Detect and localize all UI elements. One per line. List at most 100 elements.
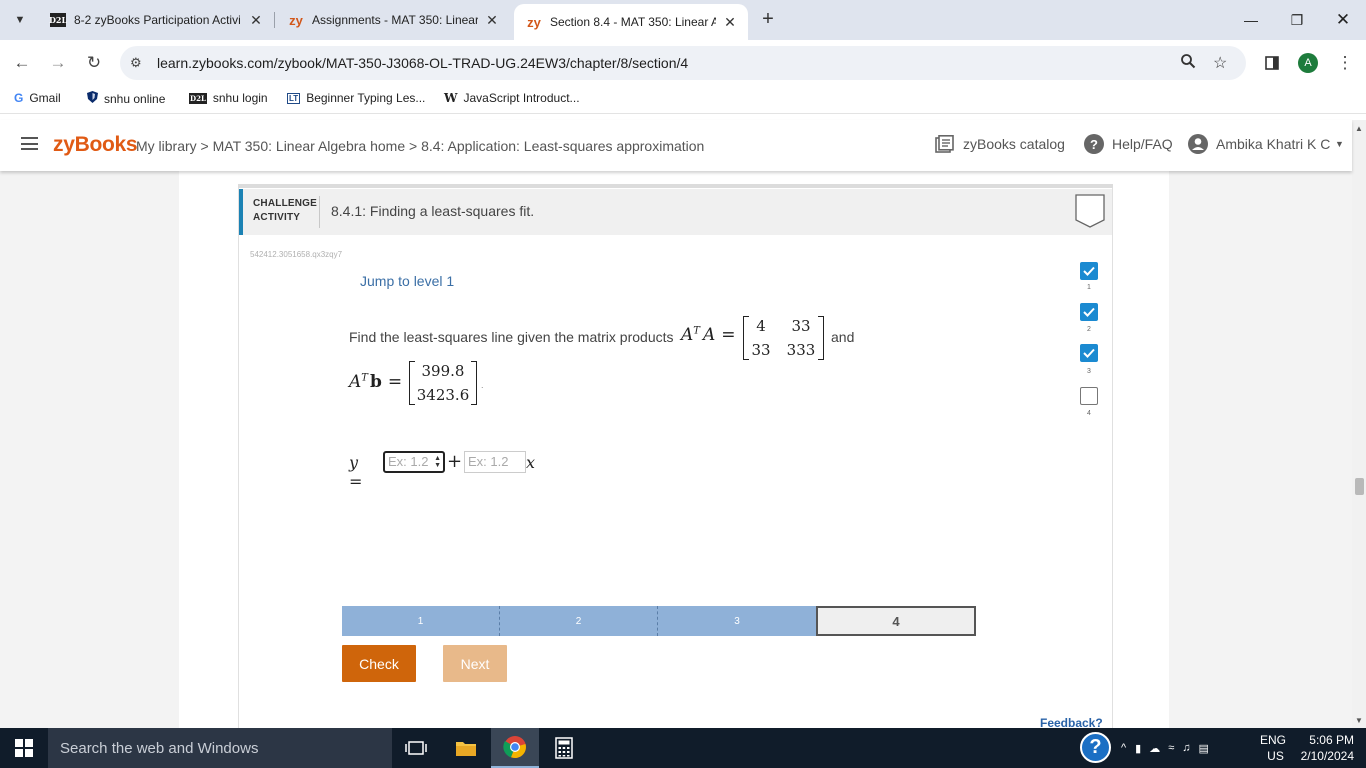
close-tab-icon[interactable]: ✕ [484,12,500,29]
breadcrumb[interactable]: My library > MAT 350: Linear Algebra hom… [136,138,704,154]
intercept-placeholder: Ex: 1.2 [388,454,429,469]
level-3-complete-checkbox[interactable] [1080,344,1098,362]
language-indicator[interactable]: ENG US [1260,728,1286,768]
level-segment-2[interactable]: 2 [500,606,658,636]
hamburger-menu-icon[interactable] [21,137,38,150]
level-segment-1[interactable]: 1 [342,606,500,636]
start-button[interactable] [0,728,48,768]
zoom-icon[interactable] [1180,53,1196,74]
level-segment-3[interactable]: 3 [658,606,816,636]
help-question-icon: ? [1084,134,1104,154]
matrix-cell: 333 [786,341,816,359]
atb-vector: 399.8 3423.6 [409,361,477,405]
prompt-text: Find the least-squares line given the ma… [349,329,674,345]
lt-icon: LT [287,92,301,104]
activity-type: CHALLENGE ACTIVITY [253,197,317,225]
bookmark-typing-lessons[interactable]: LT Beginner Typing Les... [287,91,425,105]
chevron-down-icon: ▼ [14,14,26,26]
checkmark-icon [1083,307,1095,317]
d2l-icon: D2L [189,92,207,104]
d2l-favicon-icon: D2L [48,13,68,27]
volume-icon[interactable]: ♫ [1182,742,1190,754]
close-window-button[interactable]: ✕ [1320,0,1366,40]
menu-kebab-icon[interactable]: ⋮ [1332,50,1358,76]
jump-to-level-link[interactable]: Jump to level 1 [360,273,454,289]
file-explorer-icon[interactable] [442,728,490,768]
address-bar[interactable]: ⚙ learn.zybooks.com/zybook/MAT-350-J3068… [120,46,1246,80]
level-number: 1 [1087,284,1091,291]
user-menu[interactable]: Ambika Khatri K C ▼ [1188,134,1344,154]
side-panel-icon[interactable] [1259,50,1285,76]
intercept-input[interactable]: Ex: 1.2 ▲ ▼ [383,451,445,473]
matrix-cell: 33 [791,317,811,335]
bookmark-label: snhu login [212,91,268,105]
matrix-cell: 4 [756,317,766,335]
site-settings-icon[interactable]: ⚙ [130,55,142,71]
page-scrollbar[interactable]: ▲ ▼ [1352,120,1366,728]
clock[interactable]: 5:06 PM 2/10/2024 [1298,728,1354,768]
header-divider [319,196,320,228]
calculator-icon[interactable] [540,728,588,768]
get-help-icon[interactable]: ? [1080,732,1111,763]
check-button[interactable]: Check [342,645,416,682]
browser-tab-3-active[interactable]: zy Section 8.4 - MAT 350: Linear A ✕ [514,4,748,40]
scroll-down-arrow-icon[interactable]: ▼ [1355,716,1363,725]
wifi-icon[interactable]: ≈ [1168,742,1174,754]
system-tray-icons[interactable]: ^ ▮ ☁ ≈ ♫ ▤ [1116,728,1213,768]
tab-search-button[interactable]: ▼ [6,8,34,32]
windows-taskbar: Search the web and Windows ? ^ ▮ ☁ ≈ ♫ ▤… [0,728,1366,768]
bookmark-snhu-online[interactable]: snhu online [87,91,165,106]
vector-cell: 3423.6 [416,386,470,404]
slope-input[interactable]: Ex: 1.2 [464,451,526,473]
zybooks-favicon-icon: zy [289,12,303,28]
prompt-and: and [831,329,855,345]
scrollbar-thumb[interactable] [1355,478,1364,495]
vector-cell: 399.8 [421,362,465,380]
scroll-up-arrow-icon[interactable]: ▲ [1355,124,1363,133]
number-spinner-icon[interactable]: ▲ ▼ [434,455,441,469]
browser-tab-1[interactable]: D2L 8-2 zyBooks Participation Activi ✕ [38,6,274,34]
reload-button[interactable]: ↻ [81,50,107,76]
level-segment-4-current[interactable]: 4 [816,606,976,636]
bookmark-label: snhu online [104,91,166,106]
minimize-button[interactable]: — [1228,0,1274,40]
browser-toolbar: ← → ↻ ⚙ learn.zybooks.com/zybook/MAT-350… [0,40,1366,86]
bookmark-javascript[interactable]: W JavaScript Introduct... [444,91,580,105]
atb-label: AT b = [349,372,403,392]
restore-button[interactable]: ❐ [1274,0,1320,40]
tab-divider [274,12,275,28]
action-center-icon[interactable]: ▤ [1199,742,1209,755]
profile-avatar[interactable]: A [1298,53,1318,73]
shield-icon [87,91,98,106]
forward-button[interactable]: → [45,50,71,76]
zybooks-logo[interactable]: zyBooks [53,133,138,157]
bookmark-snhu-login[interactable]: D2L snhu login [189,91,268,105]
tab-title: Assignments - MAT 350: Linear [312,13,478,27]
bookmark-label: Gmail [29,91,61,105]
close-tab-icon[interactable]: ✕ [722,14,738,31]
chrome-icon[interactable] [491,728,539,768]
tab-title: Section 8.4 - MAT 350: Linear A [550,15,716,29]
browser-tab-2[interactable]: zy Assignments - MAT 350: Linear ✕ [276,6,510,34]
help-label: Help/FAQ [1112,136,1173,152]
level-4-incomplete-checkbox[interactable] [1080,387,1098,405]
bookmark-gmail[interactable]: G Gmail [14,91,61,105]
next-button[interactable]: Next [443,645,507,682]
level-1-complete-checkbox[interactable] [1080,262,1098,280]
task-view-icon[interactable] [392,728,440,768]
windows-search-box[interactable]: Search the web and Windows [48,728,392,768]
onedrive-cloud-icon[interactable]: ☁ [1149,742,1160,755]
zybooks-catalog-link[interactable]: zyBooks catalog [935,134,1065,154]
help-faq-link[interactable]: ? Help/FAQ [1084,134,1173,154]
show-hidden-icons-chevron-icon[interactable]: ^ [1121,742,1126,754]
url-text: learn.zybooks.com/zybook/MAT-350-J3068-O… [157,55,689,71]
close-tab-icon[interactable]: ✕ [248,12,264,29]
level-2-complete-checkbox[interactable] [1080,303,1098,321]
new-tab-button[interactable]: + [756,8,780,32]
bookmark-star-icon[interactable]: ☆ [1213,53,1227,73]
back-button[interactable]: ← [9,50,35,76]
bookmark-label: Beginner Typing Les... [306,91,426,105]
dropdown-caret-icon: ▼ [1335,139,1344,149]
battery-icon[interactable]: ▮ [1135,742,1141,755]
activity-type-line2: ACTIVITY [253,212,301,223]
